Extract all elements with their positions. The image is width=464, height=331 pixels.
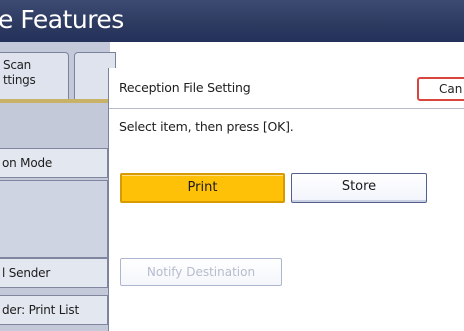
app-header: e Features bbox=[0, 0, 464, 42]
sidebar-item-label: on Mode bbox=[2, 156, 53, 170]
tab-scan-settings-label: Scan ttings bbox=[3, 58, 36, 87]
instruction-text: Select item, then press [OK]. bbox=[119, 119, 294, 134]
dialog-title: Reception File Setting bbox=[119, 80, 251, 95]
print-button[interactable]: Print bbox=[120, 173, 285, 203]
tab-scan-settings[interactable]: Scan ttings bbox=[0, 52, 69, 100]
cancel-button[interactable]: Can bbox=[417, 77, 464, 101]
sidebar-item-print-list[interactable]: der: Print List bbox=[0, 295, 108, 325]
notify-destination-button: Notify Destination bbox=[120, 258, 282, 286]
dialog-titlebar: Reception File Setting bbox=[109, 68, 464, 109]
sidebar-item-label: der: Print List bbox=[2, 303, 79, 317]
sidebar-item-label: l Sender bbox=[2, 266, 51, 280]
sidebar-item-sender[interactable]: l Sender bbox=[0, 258, 108, 288]
active-tab-indicator bbox=[0, 99, 110, 103]
reception-file-setting-dialog: Reception File Setting Can Select item, … bbox=[108, 68, 464, 331]
store-button[interactable]: Store bbox=[291, 173, 427, 203]
sidebar-item-blank bbox=[0, 180, 108, 258]
page-title: e Features bbox=[0, 5, 124, 34]
sidebar-item-mode[interactable]: on Mode bbox=[0, 148, 108, 178]
